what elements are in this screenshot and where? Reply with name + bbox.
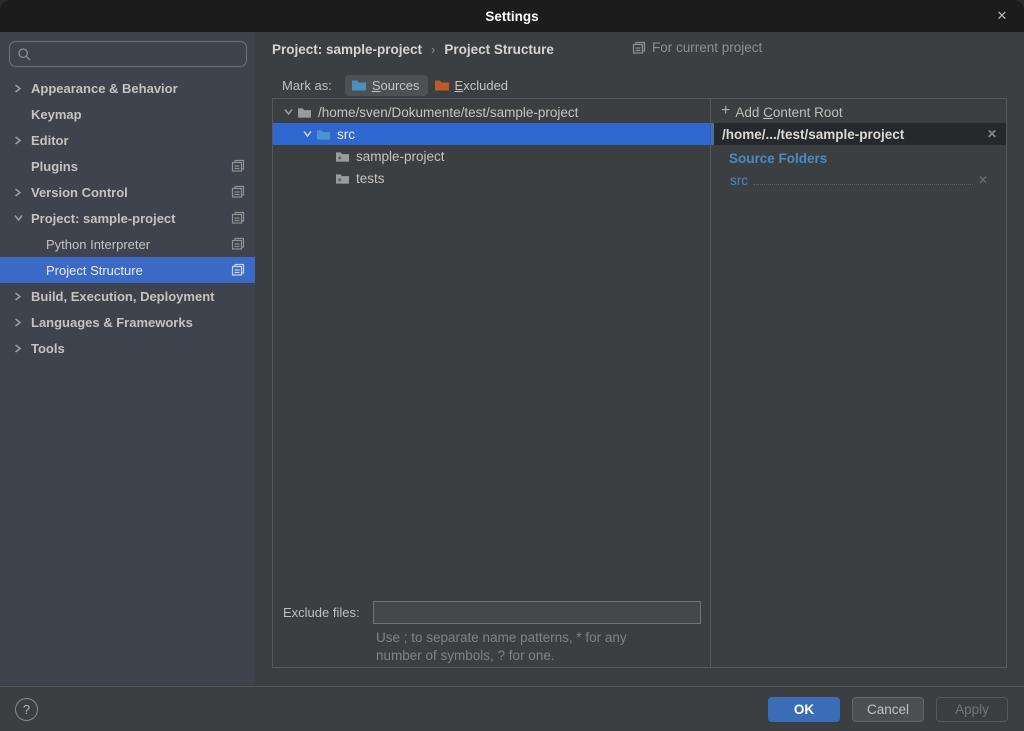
sidebar-item-version-control[interactable]: Version Control	[0, 179, 255, 205]
sidebar-item-label: Editor	[31, 133, 69, 148]
tree-row-sample-project[interactable]: sample-project	[273, 145, 710, 167]
current-project-icon	[231, 237, 245, 251]
source-folder-row[interactable]: src ✕	[730, 170, 988, 190]
folder-icon	[297, 106, 313, 119]
exclude-files-label: Exclude files:	[283, 605, 373, 620]
current-project-icon	[231, 185, 245, 199]
tree-row-content-root[interactable]: /home/sven/Dokumente/test/sample-project	[273, 101, 710, 123]
folder-icon	[335, 150, 351, 163]
breadcrumb-separator: ›	[431, 42, 435, 57]
settings-dialog: Settings ✕ Appearance & Behavior Keymap …	[0, 0, 1024, 731]
excluded-folder-icon	[434, 78, 450, 92]
sidebar-item-keymap[interactable]: Keymap	[0, 101, 255, 127]
sidebar-item-project-structure[interactable]: Project Structure	[0, 257, 255, 283]
sidebar-item-tools[interactable]: Tools	[0, 335, 255, 361]
add-content-root-button[interactable]: + Add Content Root	[711, 101, 1006, 123]
sidebar-item-label: Keymap	[31, 107, 82, 122]
scope-label: For current project	[652, 40, 762, 55]
close-icon[interactable]: ✕	[988, 0, 1016, 32]
chevron-right-icon[interactable]	[14, 344, 31, 353]
directory-tree-panel: /home/sven/Dokumente/test/sample-project…	[273, 99, 711, 667]
search-field[interactable]	[38, 47, 239, 62]
chevron-right-icon[interactable]	[14, 136, 31, 145]
sidebar-item-label: Tools	[31, 341, 65, 356]
settings-sidebar: Appearance & Behavior Keymap Editor Plug…	[0, 32, 255, 685]
chevron-right-icon[interactable]	[14, 318, 31, 327]
mark-as-sources-button[interactable]: Sources	[345, 75, 428, 96]
mark-as-toolbar: Mark as: Sources Excluded	[282, 72, 516, 98]
content-root-path: /home/.../test/sample-project	[722, 127, 904, 142]
breadcrumb-project: Project: sample-project	[272, 42, 422, 57]
sidebar-item-label: Appearance & Behavior	[31, 81, 178, 96]
current-project-icon	[231, 211, 245, 225]
search-icon	[17, 47, 32, 62]
ok-button[interactable]: OK	[768, 697, 840, 722]
chevron-right-icon[interactable]	[14, 292, 31, 301]
dialog-buttons: OK Cancel Apply	[768, 697, 1008, 722]
sidebar-item-label: Build, Execution, Deployment	[31, 289, 214, 304]
settings-nav: Appearance & Behavior Keymap Editor Plug…	[0, 75, 255, 361]
content-root-row[interactable]: /home/.../test/sample-project ✕	[711, 123, 1006, 145]
apply-button[interactable]: Apply	[936, 697, 1008, 722]
sidebar-item-python-interpreter[interactable]: Python Interpreter	[0, 231, 255, 257]
chevron-down-icon[interactable]	[14, 214, 31, 222]
tree-row-label: src	[337, 127, 355, 142]
dialog-footer: ? OK Cancel Apply	[0, 686, 1024, 731]
sources-folder-icon	[351, 78, 367, 92]
tree-row-label: /home/sven/Dokumente/test/sample-project	[318, 105, 578, 120]
help-button[interactable]: ?	[15, 698, 38, 721]
remove-content-root-icon[interactable]: ✕	[987, 127, 997, 141]
sidebar-item-label: Project: sample-project	[31, 211, 176, 226]
breadcrumb: Project: sample-project › Project Struct…	[272, 39, 554, 59]
dialog-title: Settings	[485, 9, 538, 24]
source-folder-icon	[316, 128, 332, 141]
source-folder-name[interactable]: src	[730, 173, 748, 188]
mark-as-label: Mark as:	[282, 78, 332, 93]
sidebar-item-project-sample-project[interactable]: Project: sample-project	[0, 205, 255, 231]
plus-icon: +	[721, 102, 730, 120]
sidebar-item-plugins[interactable]: Plugins	[0, 153, 255, 179]
current-project-icon	[231, 159, 245, 173]
sidebar-item-label: Python Interpreter	[46, 237, 150, 252]
sidebar-item-label: Version Control	[31, 185, 128, 200]
exclude-files-row: Exclude files:	[273, 600, 710, 624]
content-roots-panel: + Add Content Root /home/.../test/sample…	[711, 99, 1006, 667]
exclude-files-help: Use ; to separate name patterns, * for a…	[376, 629, 627, 665]
sidebar-item-label: Project Structure	[46, 263, 143, 278]
current-project-icon	[231, 263, 245, 277]
current-project-icon	[632, 41, 646, 55]
search-input[interactable]	[9, 41, 247, 67]
directory-tree: /home/sven/Dokumente/test/sample-project…	[273, 99, 710, 189]
exclude-files-input[interactable]	[373, 601, 701, 624]
title-bar: Settings ✕	[0, 0, 1024, 32]
source-folders-heading: Source Folders	[729, 151, 827, 166]
sidebar-item-languages-frameworks[interactable]: Languages & Frameworks	[0, 309, 255, 335]
remove-source-folder-icon[interactable]: ✕	[978, 173, 988, 187]
chevron-down-icon[interactable]	[280, 108, 297, 116]
sidebar-item-build-execution-deployment[interactable]: Build, Execution, Deployment	[0, 283, 255, 309]
page-title: Project Structure	[444, 42, 554, 57]
dotted-leader	[753, 184, 973, 185]
tree-row-src[interactable]: src	[273, 123, 710, 145]
folder-icon	[335, 172, 351, 185]
sidebar-item-editor[interactable]: Editor	[0, 127, 255, 153]
tree-row-label: tests	[356, 171, 385, 186]
scope-indicator: For current project	[632, 40, 762, 55]
mark-as-excluded-button[interactable]: Excluded	[428, 75, 516, 96]
chevron-right-icon[interactable]	[14, 188, 31, 197]
project-structure-panels: /home/sven/Dokumente/test/sample-project…	[272, 98, 1007, 668]
chevron-right-icon[interactable]	[14, 84, 31, 93]
tree-row-label: sample-project	[356, 149, 445, 164]
tree-row-tests[interactable]: tests	[273, 167, 710, 189]
sidebar-item-label: Languages & Frameworks	[31, 315, 193, 330]
cancel-button[interactable]: Cancel	[852, 697, 924, 722]
chevron-down-icon[interactable]	[299, 130, 316, 138]
sidebar-item-label: Plugins	[31, 159, 78, 174]
sidebar-item-appearance-behavior[interactable]: Appearance & Behavior	[0, 75, 255, 101]
